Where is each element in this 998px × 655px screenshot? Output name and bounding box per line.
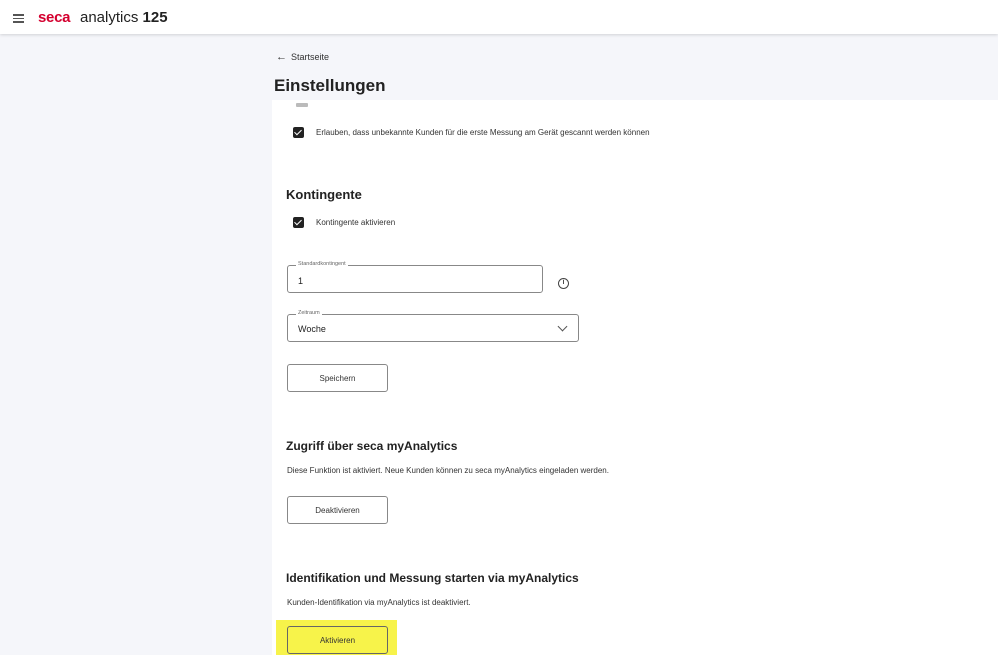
left-gutter bbox=[0, 34, 272, 655]
back-link-label: Startseite bbox=[291, 52, 330, 62]
deactivate-button[interactable]: Deaktivieren bbox=[287, 496, 388, 524]
identification-description: Kunden-Identifikation via myAnalytics is… bbox=[287, 598, 471, 607]
period-value: Woche bbox=[298, 324, 326, 334]
top-app-bar: seca analytics 125 bbox=[0, 0, 998, 34]
myanalytics-access-title: Zugriff über seca myAnalytics bbox=[286, 439, 458, 453]
period-label: Zeitraum bbox=[296, 310, 322, 316]
cut-off-checkbox[interactable] bbox=[296, 103, 308, 107]
identification-title: Identifikation und Messung starten via m… bbox=[286, 571, 579, 585]
kontingente-activate-label: Kontingente aktivieren bbox=[316, 218, 396, 227]
standard-quota-value: 1 bbox=[298, 276, 304, 286]
brand-logo: seca bbox=[38, 9, 71, 26]
kontingente-title: Kontingente bbox=[286, 187, 362, 202]
standard-quota-label: Standardkontingent bbox=[296, 261, 348, 267]
allow-unknown-checkbox[interactable] bbox=[293, 127, 304, 138]
kontingente-activate-checkbox[interactable] bbox=[293, 217, 304, 228]
allow-unknown-label: Erlauben, dass unbekannte Kunden für die… bbox=[316, 128, 650, 137]
back-link[interactable]: ← Startseite bbox=[276, 51, 329, 63]
page-title: Einstellungen bbox=[274, 76, 386, 95]
hamburger-menu-icon[interactable] bbox=[13, 14, 24, 23]
info-icon[interactable]: i bbox=[558, 278, 569, 289]
period-select[interactable]: Zeitraum Woche bbox=[287, 310, 579, 342]
arrow-left-icon: ← bbox=[276, 51, 287, 63]
product-name: analytics 125 bbox=[80, 9, 168, 26]
standard-quota-field[interactable]: Standardkontingent 1 bbox=[287, 261, 543, 293]
myanalytics-access-description: Diese Funktion ist aktiviert. Neue Kunde… bbox=[287, 466, 609, 475]
activate-button[interactable]: Aktivieren bbox=[287, 626, 388, 654]
chevron-down-icon bbox=[557, 321, 568, 332]
save-button[interactable]: Speichern bbox=[287, 364, 388, 392]
